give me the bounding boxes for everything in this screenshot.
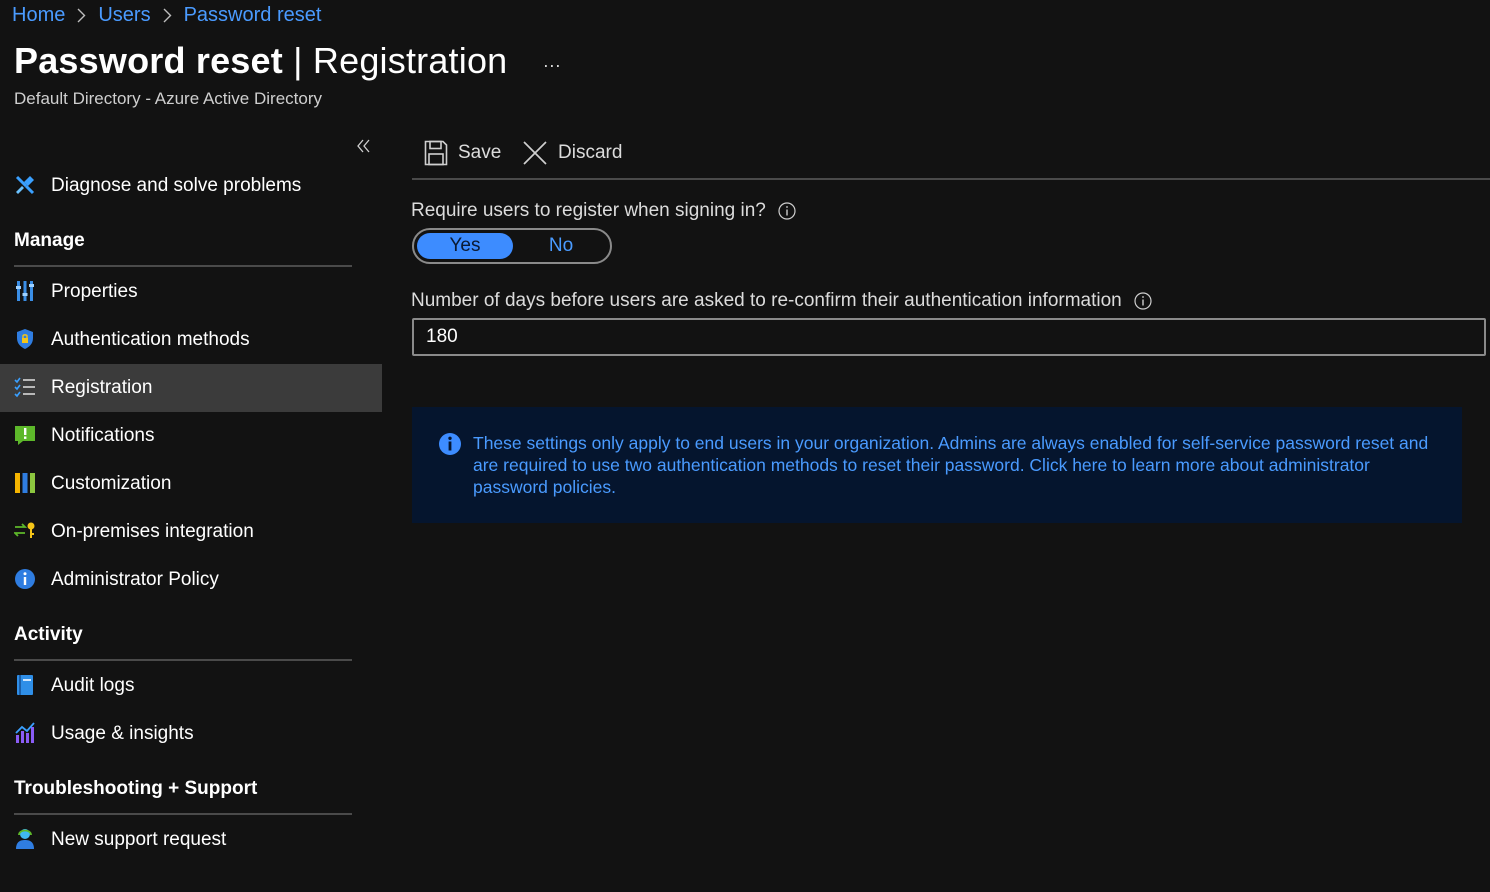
- info-banner: These settings only apply to end users i…: [412, 407, 1462, 523]
- sidebar-item-label: Audit logs: [51, 675, 135, 696]
- days-label-text: Number of days before users are asked to…: [411, 290, 1122, 311]
- info-icon: [439, 433, 461, 455]
- sync-key-icon: [14, 522, 35, 538]
- sidebar-item-label: Customization: [51, 473, 172, 494]
- sidebar-item-new-support-request[interactable]: New support request: [0, 816, 382, 864]
- save-label: Save: [458, 142, 502, 163]
- days-label: Number of days before users are asked to…: [411, 290, 1152, 312]
- discard-button[interactable]: Discard: [522, 138, 622, 168]
- save-button[interactable]: Save: [424, 138, 501, 168]
- customization-icon: [15, 473, 35, 493]
- sidebar-item-label: Usage & insights: [51, 723, 194, 744]
- page-subtitle: Default Directory - Azure Active Directo…: [14, 89, 322, 108]
- sidebar-item-customization[interactable]: Customization: [0, 460, 382, 508]
- section-troubleshooting: Troubleshooting + Support: [0, 758, 382, 816]
- sidebar-item-label: On-premises integration: [51, 521, 254, 542]
- chevron-right-icon: [77, 8, 86, 23]
- book-icon: [17, 675, 33, 695]
- toggle-yes-option[interactable]: Yes: [417, 233, 513, 259]
- discard-label: Discard: [558, 142, 623, 163]
- section-title: Manage: [14, 230, 85, 251]
- title-row: Password reset | Registration ...: [14, 40, 561, 82]
- breadcrumb-home[interactable]: Home: [12, 4, 65, 27]
- breadcrumb-password-reset[interactable]: Password reset: [184, 4, 322, 27]
- toolbar: Save Discard: [412, 132, 1490, 180]
- sidebar-item-administrator-policy[interactable]: Administrator Policy: [0, 556, 382, 604]
- section-title: Activity: [14, 624, 83, 645]
- info-icon: [15, 569, 35, 589]
- page-title-sub: Registration: [312, 40, 508, 81]
- section-divider: [14, 659, 352, 661]
- info-banner-link[interactable]: These settings only apply to end users i…: [473, 432, 1448, 498]
- shield-lock-icon: [17, 329, 33, 349]
- sidebar-item-properties[interactable]: Properties: [0, 268, 382, 316]
- section-divider: [14, 813, 352, 815]
- wrench-icon: [15, 175, 35, 195]
- sidebar-item-label: New support request: [51, 829, 227, 850]
- section-activity: Activity: [0, 604, 382, 662]
- collapse-sidebar-button[interactable]: [356, 136, 374, 156]
- sidebar-item-authentication-methods[interactable]: Authentication methods: [0, 316, 382, 364]
- sidebar-item-label: Authentication methods: [51, 329, 250, 350]
- section-manage: Manage: [0, 210, 382, 268]
- sidebar-item-audit-logs[interactable]: Audit logs: [0, 662, 382, 710]
- section-divider: [14, 265, 352, 267]
- require-register-toggle: Yes No: [412, 228, 612, 264]
- more-options-button[interactable]: ...: [543, 51, 561, 72]
- double-chevron-left-icon: [357, 139, 370, 153]
- breadcrumb: Home Users Password reset: [12, 2, 321, 28]
- sidebar-item-usage-insights[interactable]: Usage & insights: [0, 710, 382, 758]
- sidebar-item-registration[interactable]: Registration: [0, 364, 382, 412]
- toggle-no-option[interactable]: No: [513, 233, 609, 259]
- page-title: Password reset | Registration: [14, 40, 507, 82]
- properties-icon: [16, 281, 34, 301]
- sidebar-item-label: Registration: [51, 377, 153, 398]
- sidebar-item-notifications[interactable]: Notifications: [0, 412, 382, 460]
- days-input[interactable]: [412, 318, 1486, 356]
- sidebar-item-label: Notifications: [51, 425, 155, 446]
- breadcrumb-users[interactable]: Users: [98, 4, 150, 27]
- require-register-label: Require users to register when signing i…: [411, 200, 796, 222]
- require-register-text: Require users to register when signing i…: [411, 200, 766, 221]
- section-title: Troubleshooting + Support: [14, 778, 258, 799]
- save-icon: [424, 140, 448, 166]
- chevron-right-icon: [163, 8, 172, 23]
- sidebar: Diagnose and solve problems Manage Prope…: [0, 162, 382, 864]
- page-title-separator: |: [282, 40, 313, 81]
- chart-icon: [15, 722, 35, 743]
- page-title-main: Password reset: [14, 40, 283, 81]
- sidebar-item-label: Diagnose and solve problems: [51, 175, 302, 196]
- info-tooltip-icon[interactable]: [778, 202, 796, 220]
- sidebar-item-diagnose[interactable]: Diagnose and solve problems: [0, 162, 382, 210]
- checklist-icon: [14, 377, 35, 398]
- info-tooltip-icon[interactable]: [1134, 292, 1152, 310]
- close-icon: [523, 141, 547, 165]
- support-person-icon: [16, 829, 34, 849]
- sidebar-item-on-premises-integration[interactable]: On-premises integration: [0, 508, 382, 556]
- sidebar-item-label: Properties: [51, 281, 138, 302]
- sidebar-item-label: Administrator Policy: [51, 569, 219, 590]
- notification-icon: [15, 426, 35, 445]
